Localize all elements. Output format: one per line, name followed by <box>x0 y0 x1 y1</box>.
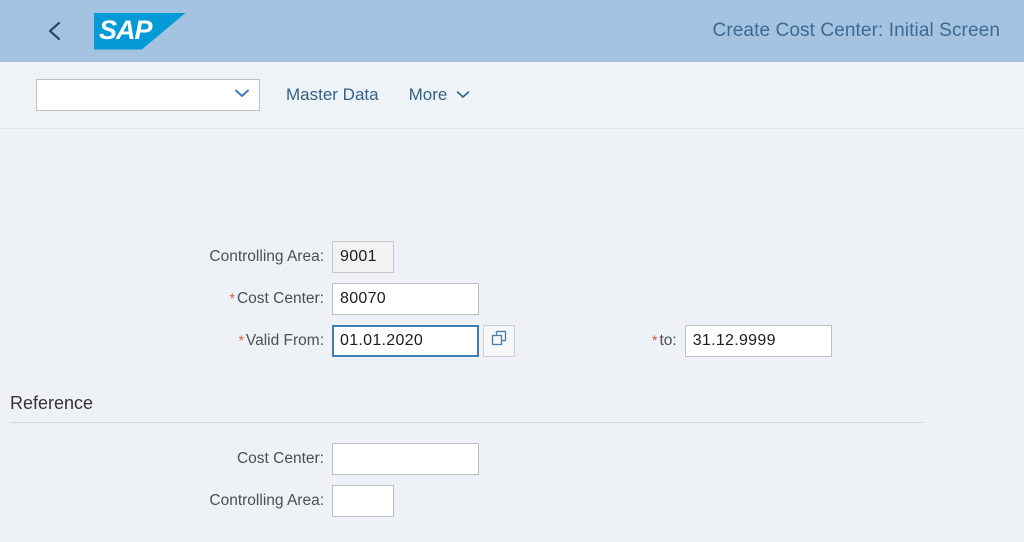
reference-section: Reference Cost Center: Controlling Area: <box>0 393 1024 517</box>
reference-controlling-area-label: Controlling Area: <box>209 492 324 509</box>
valid-from-input[interactable]: 01.01.2020 <box>332 325 479 357</box>
valid-to-input[interactable]: 31.12.9999 <box>684 325 832 357</box>
reference-cost-center-label: Cost Center: <box>236 450 324 467</box>
required-marker: * <box>229 290 235 306</box>
value-help-icon <box>491 330 508 352</box>
more-label: More <box>408 85 448 104</box>
form-row-reference-cost-center: Cost Center: <box>0 443 1024 475</box>
form-row-validity: * Valid From: 01.01.2020 * to: 31.12.9999 <box>0 325 1024 357</box>
valid-from-label: * Valid From: <box>0 332 332 350</box>
chevron-left-icon <box>45 19 65 43</box>
sap-logo[interactable]: SAP <box>94 12 186 50</box>
variant-select[interactable] <box>36 79 260 111</box>
reference-section-title: Reference <box>10 393 94 413</box>
toolbar: Master Data More <box>0 62 1024 129</box>
valid-to-label-text: to: <box>659 332 677 349</box>
controlling-area-label: Controlling Area: <box>209 248 324 265</box>
reference-controlling-area-input[interactable] <box>332 485 394 517</box>
cost-center-label-text: Cost Center: <box>236 290 324 307</box>
back-button[interactable] <box>38 14 72 48</box>
shell-header: SAP Create Cost Center: Initial Screen <box>0 0 1024 62</box>
content-area: Controlling Area: 9001 * Cost Center: 800… <box>0 129 1024 541</box>
reference-form: Cost Center: Controlling Area: <box>0 423 1024 517</box>
main-form: Controlling Area: 9001 * Cost Center: 800… <box>0 129 1024 357</box>
valid-to-label: * to: <box>652 332 677 350</box>
form-row-reference-controlling-area: Controlling Area: <box>0 485 1024 517</box>
controlling-area-value: 9001 <box>332 241 394 273</box>
more-menu-button[interactable]: More <box>409 85 472 105</box>
valid-from-label-text: Valid From: <box>245 332 324 349</box>
required-marker: * <box>652 332 658 348</box>
required-marker: * <box>238 332 244 348</box>
chevron-down-icon <box>233 86 251 104</box>
reference-cost-center-input[interactable] <box>332 443 479 475</box>
cost-center-input[interactable]: 80070 <box>332 283 479 315</box>
page-title: Create Cost Center: Initial Screen <box>712 20 1000 41</box>
form-row-controlling-area: Controlling Area: 9001 <box>0 241 1024 273</box>
cost-center-label: * Cost Center: <box>0 290 332 308</box>
master-data-label: Master Data <box>286 85 379 104</box>
form-row-cost-center: * Cost Center: 80070 <box>0 283 1024 315</box>
chevron-down-icon <box>455 85 471 105</box>
sap-logo-text: SAP <box>99 14 153 45</box>
valid-to-group: * to: 31.12.9999 <box>652 325 832 357</box>
value-help-button[interactable] <box>483 325 515 357</box>
master-data-button[interactable]: Master Data <box>286 85 379 105</box>
